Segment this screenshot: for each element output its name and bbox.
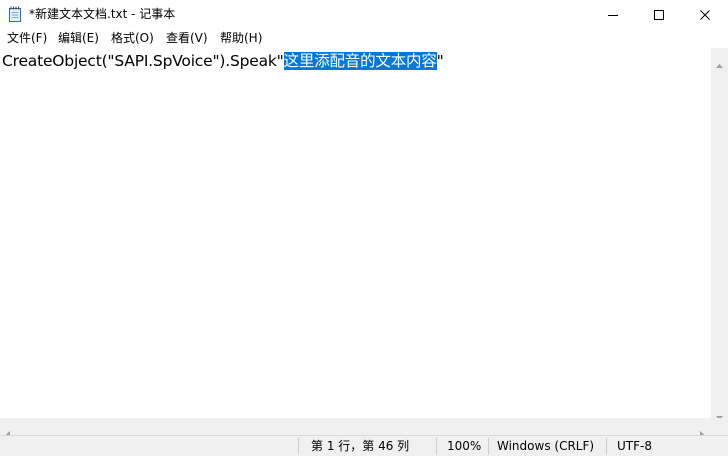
status-bar: 第 1 行，第 46 列 100% Windows (CRLF) UTF-8 bbox=[0, 435, 728, 456]
close-icon bbox=[700, 9, 710, 20]
menu-help[interactable]: 帮助(H) bbox=[220, 31, 262, 46]
horizontal-scrollbar[interactable] bbox=[0, 418, 711, 438]
menu-format[interactable]: 格式(O) bbox=[111, 31, 154, 46]
status-divider bbox=[606, 438, 607, 455]
status-cursor-position: 第 1 行，第 46 列 bbox=[311, 439, 410, 453]
status-encoding: UTF-8 bbox=[617, 439, 652, 453]
status-line-ending: Windows (CRLF) bbox=[497, 439, 595, 453]
status-divider bbox=[488, 438, 489, 455]
menu-view[interactable]: 查看(V) bbox=[166, 31, 208, 46]
maximize-icon bbox=[654, 9, 664, 20]
text-editor[interactable]: CreateObject("SAPI.SpVoice").Speak"这里添配音… bbox=[0, 48, 711, 418]
scrollbar-corner bbox=[711, 418, 728, 435]
vertical-scrollbar[interactable] bbox=[711, 48, 728, 420]
window-title: *新建文本文档.txt - 记事本 bbox=[29, 7, 176, 21]
close-button[interactable] bbox=[682, 0, 728, 29]
status-divider bbox=[298, 438, 299, 455]
status-zoom: 100% bbox=[447, 439, 482, 453]
menu-file[interactable]: 文件(F) bbox=[7, 31, 47, 46]
maximize-button[interactable] bbox=[636, 0, 682, 29]
text-after-selection: " bbox=[436, 52, 444, 70]
status-divider bbox=[436, 438, 437, 455]
text-line: CreateObject("SAPI.SpVoice").Speak"这里添配音… bbox=[2, 50, 444, 72]
menu-bar: 文件(F) 编辑(E) 格式(O) 查看(V) 帮助(H) bbox=[0, 29, 728, 48]
menu-edit[interactable]: 编辑(E) bbox=[58, 31, 99, 46]
scroll-up-icon[interactable] bbox=[716, 53, 723, 72]
minimize-button[interactable] bbox=[590, 0, 636, 29]
text-before-selection: CreateObject("SAPI.SpVoice").Speak" bbox=[2, 52, 284, 70]
title-bar[interactable]: *新建文本文档.txt - 记事本 bbox=[0, 0, 728, 29]
selected-text: 这里添配音的文本内容 bbox=[283, 52, 437, 70]
notepad-icon bbox=[8, 6, 22, 22]
minimize-icon bbox=[608, 10, 618, 20]
